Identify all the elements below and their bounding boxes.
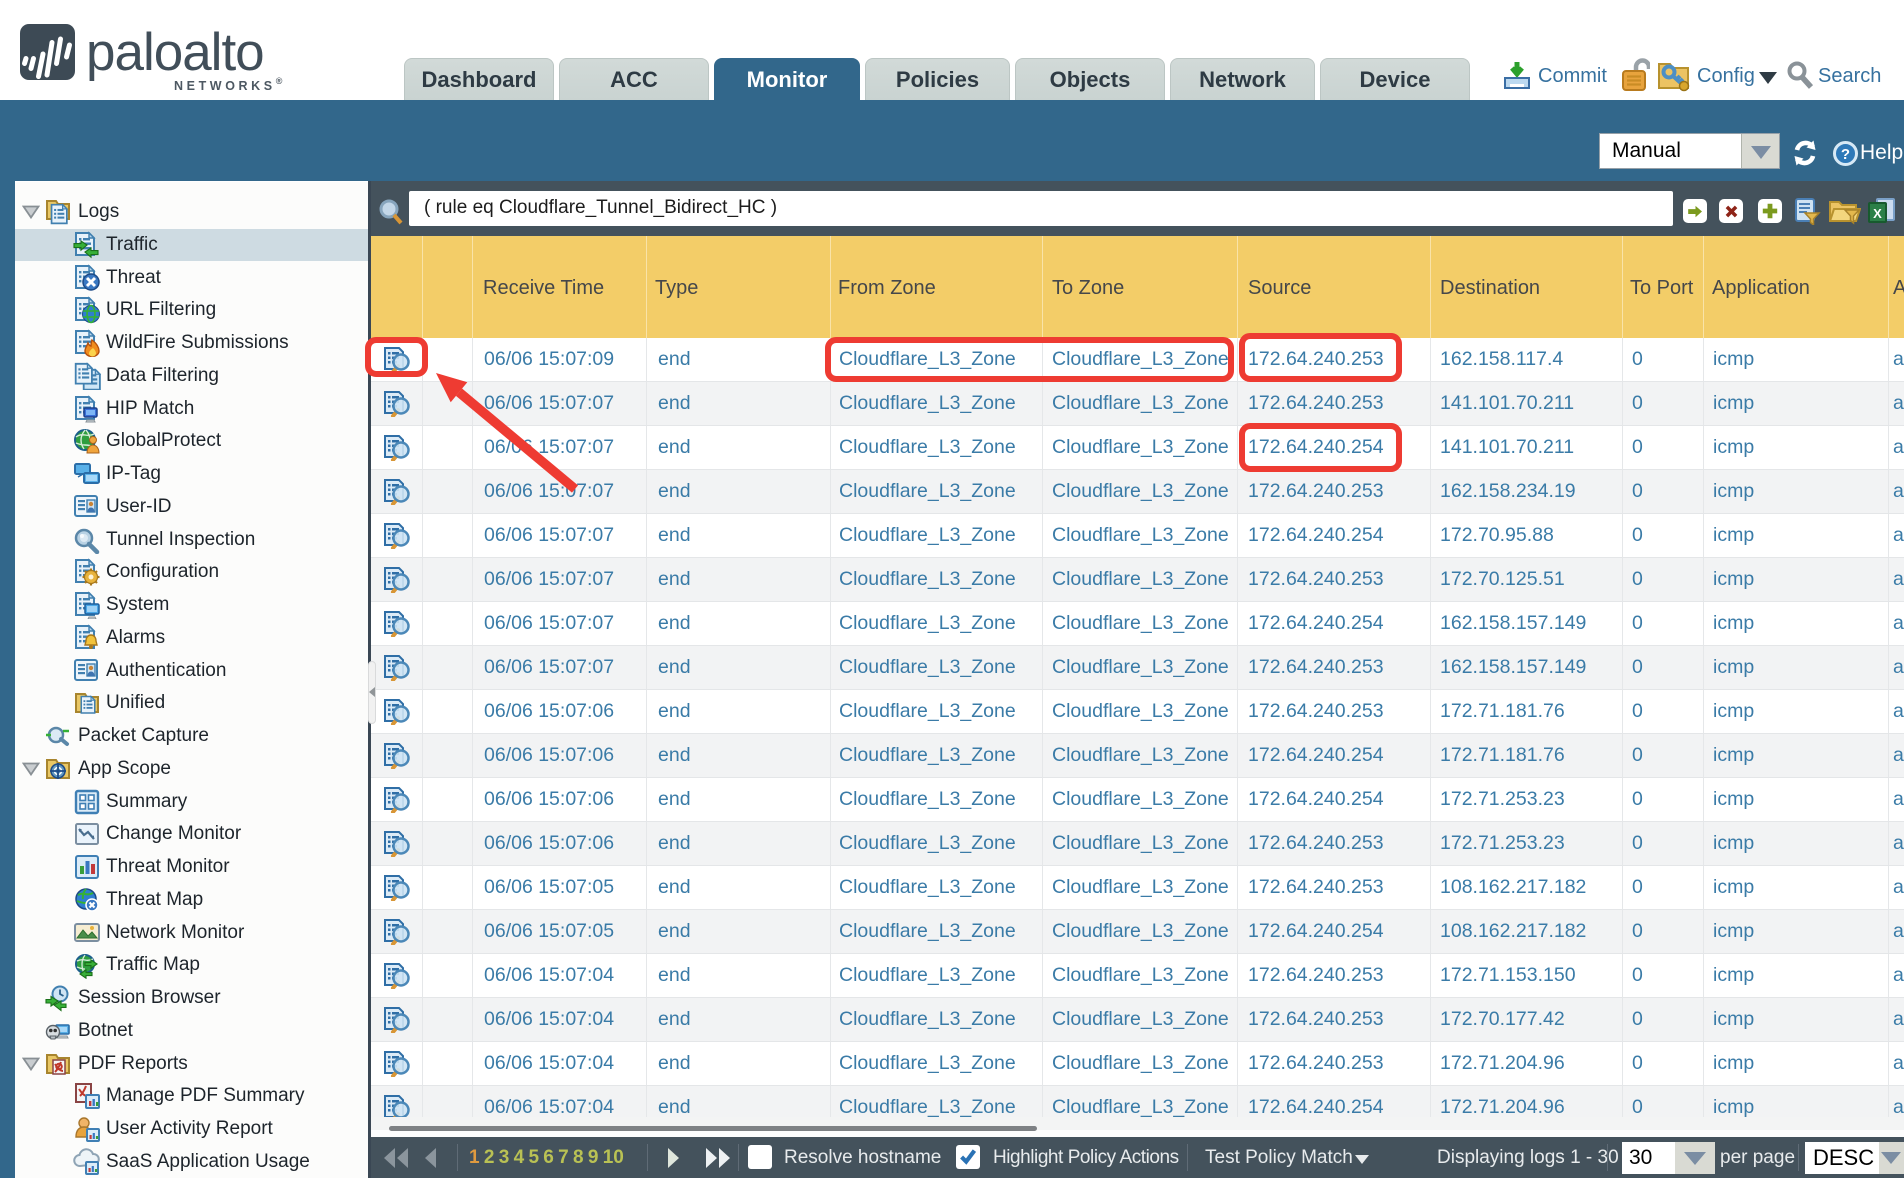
svg-text:X: X: [1873, 206, 1882, 221]
svg-text:?: ?: [1841, 146, 1850, 163]
